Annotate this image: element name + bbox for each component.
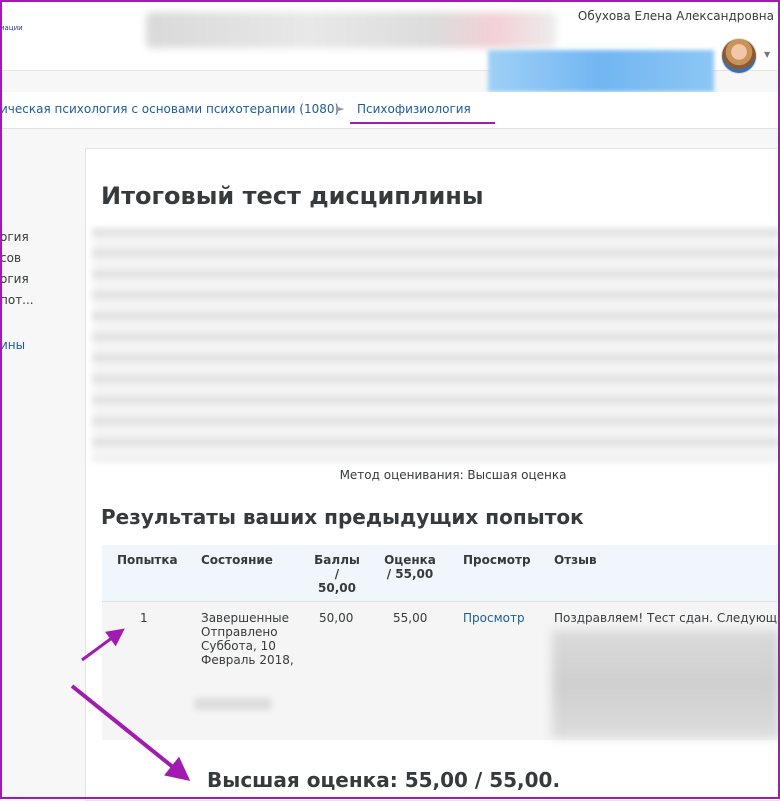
annotation-arrow-best-grade: [70, 684, 191, 782]
annotation-arrow-attempt: [81, 628, 125, 662]
annotation-arrows: [70, 628, 191, 782]
